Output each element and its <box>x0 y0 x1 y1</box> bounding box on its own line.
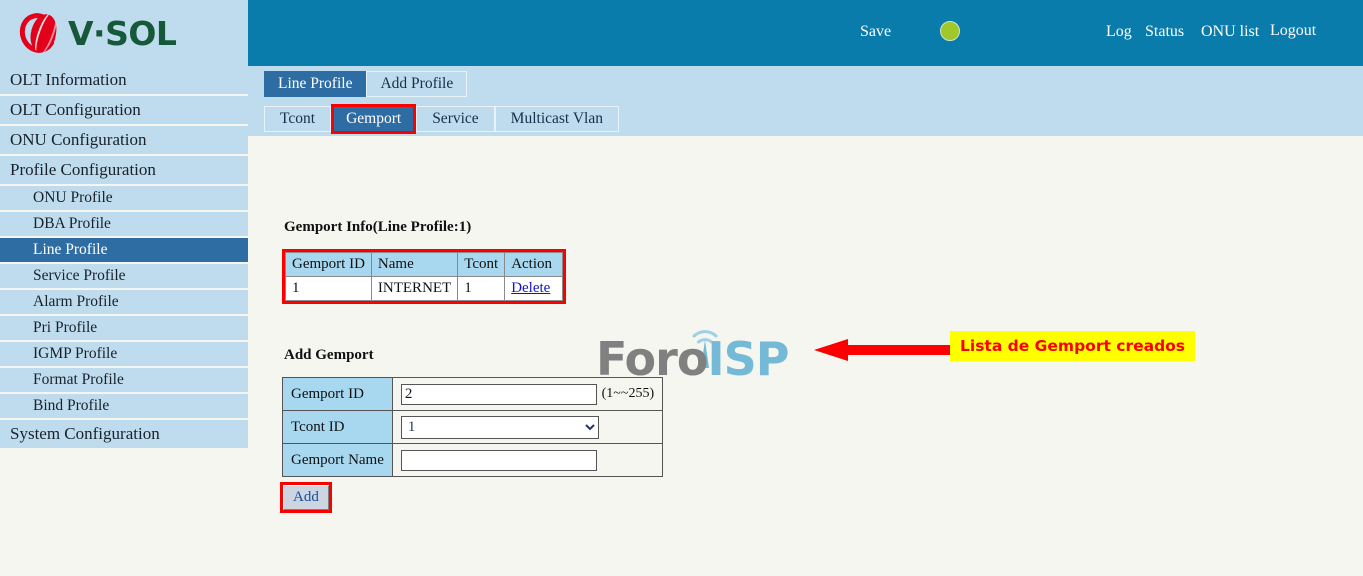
table-header-row: Gemport ID Name Tcont Action <box>285 252 564 277</box>
delete-link[interactable]: Delete <box>511 280 550 296</box>
table-row: 1 INTERNET 1 Delete <box>285 276 564 301</box>
tab-tcont[interactable]: Tcont <box>264 106 332 132</box>
gemport-name-cell <box>391 443 664 477</box>
status-link[interactable]: Status <box>1145 23 1184 41</box>
gemport-id-label: Gemport ID <box>282 377 393 411</box>
sidebar-item-onu-configuration[interactable]: ONU Configuration <box>0 126 248 156</box>
sidebar-item-igmp-profile[interactable]: IGMP Profile <box>0 342 248 368</box>
tcont-id-select[interactable]: 1 <box>400 415 599 439</box>
gemport-panel: ForoISP Gemport Info(Line Profile:1) Gem… <box>248 136 1363 576</box>
cell-action: Delete <box>504 276 564 301</box>
cell-gemport-id: 1 <box>285 276 372 301</box>
gemport-info-title: Gemport Info(Line Profile:1) <box>284 219 472 235</box>
form-row-gemport-name: Gemport Name <box>282 443 664 477</box>
brand-name: V·SOL <box>68 13 177 53</box>
column-header: Name <box>370 252 459 277</box>
sidebar: V·SOL OLT Information OLT Configuration ON… <box>0 0 248 488</box>
sidebar-item-line-profile[interactable]: Line Profile <box>0 238 248 264</box>
tab-line-profile[interactable]: Line Profile <box>264 71 367 97</box>
form-row-gemport-id: Gemport ID (1~~255) <box>282 377 664 411</box>
sidebar-item-dba-profile[interactable]: DBA Profile <box>0 212 248 238</box>
gemport-name-label: Gemport Name <box>282 443 393 477</box>
tcont-id-label: Tcont ID <box>282 410 393 444</box>
add-button[interactable]: Add <box>283 485 329 510</box>
gemport-info-table: Gemport ID Name Tcont Action 1 INTERNET 1 Dele… <box>285 252 564 301</box>
vsol-logo-icon <box>14 8 62 58</box>
primary-tab-bar: Line Profile Add Profile <box>248 66 1363 102</box>
logout-link[interactable]: Logout <box>1270 22 1316 40</box>
sidebar-menu: OLT Information OLT Configuration ONU Conf… <box>0 66 248 450</box>
sidebar-item-onu-profile[interactable]: ONU Profile <box>0 186 248 212</box>
foroisp-watermark: ForoISP <box>596 322 789 386</box>
sidebar-item-system-configuration[interactable]: System Configuration <box>0 420 248 450</box>
column-header: Action <box>504 252 564 277</box>
save-link[interactable]: Save <box>860 23 891 41</box>
brand-logo: V·SOL <box>0 0 248 66</box>
tab-add-profile[interactable]: Add Profile <box>366 71 468 97</box>
top-header: Save Log Status ONU list Logout <box>248 0 1363 66</box>
cell-tcont: 1 <box>457 276 506 301</box>
page-root: V·SOL OLT Information OLT Configuration ON… <box>0 0 1363 576</box>
secondary-tab-bar: Tcont Gemport Service Multicast Vlan <box>248 102 1363 136</box>
add-button-highlight: Add <box>280 482 332 513</box>
gemport-id-input[interactable] <box>400 383 597 405</box>
sidebar-item-service-profile[interactable]: Service Profile <box>0 264 248 290</box>
add-gemport-title: Add Gemport <box>284 347 374 363</box>
sidebar-item-profile-configuration[interactable]: Profile Configuration <box>0 156 248 186</box>
left-arrow-icon <box>814 339 952 361</box>
gemport-id-cell: (1~~255) <box>391 377 664 411</box>
add-gemport-table: Gemport ID (1~~255) Tcont ID 1 <box>282 377 664 477</box>
status-indicator-dot <box>940 21 960 41</box>
add-gemport-form: Gemport ID (1~~255) Tcont ID 1 <box>282 377 664 477</box>
onu-list-link[interactable]: ONU list <box>1201 23 1259 41</box>
antenna-tower-icon <box>692 330 718 368</box>
tcont-id-cell: 1 <box>391 410 664 444</box>
content-area: Line Profile Add Profile Tcont Gemport Serv… <box>248 66 1363 576</box>
log-link[interactable]: Log <box>1106 23 1132 41</box>
gemport-id-hint: (1~~255) <box>601 386 655 402</box>
table-body: 1 INTERNET 1 Delete <box>285 276 564 301</box>
gemport-name-input[interactable] <box>400 449 597 471</box>
tab-multicast-vlan[interactable]: Multicast Vlan <box>494 106 619 132</box>
form-row-tcont-id: Tcont ID 1 <box>282 410 664 444</box>
sidebar-item-alarm-profile[interactable]: Alarm Profile <box>0 290 248 316</box>
gemport-info-highlight: Gemport ID Name Tcont Action 1 INTERNET 1 Dele… <box>282 249 567 304</box>
sidebar-item-format-profile[interactable]: Format Profile <box>0 368 248 394</box>
sidebar-item-olt-information[interactable]: OLT Information <box>0 66 248 96</box>
column-header: Gemport ID <box>285 252 372 277</box>
cell-name: INTERNET <box>370 276 459 301</box>
column-header: Tcont <box>457 252 506 277</box>
tab-gemport[interactable]: Gemport <box>331 104 417 134</box>
sidebar-item-olt-configuration[interactable]: OLT Configuration <box>0 96 248 126</box>
watermark-text-isp: ISP <box>707 332 789 386</box>
tab-service[interactable]: Service <box>416 106 495 132</box>
annotation-callout: Lista de Gemport creados <box>950 331 1196 361</box>
sidebar-item-pri-profile[interactable]: Pri Profile <box>0 316 248 342</box>
sidebar-item-bind-profile[interactable]: Bind Profile <box>0 394 248 420</box>
